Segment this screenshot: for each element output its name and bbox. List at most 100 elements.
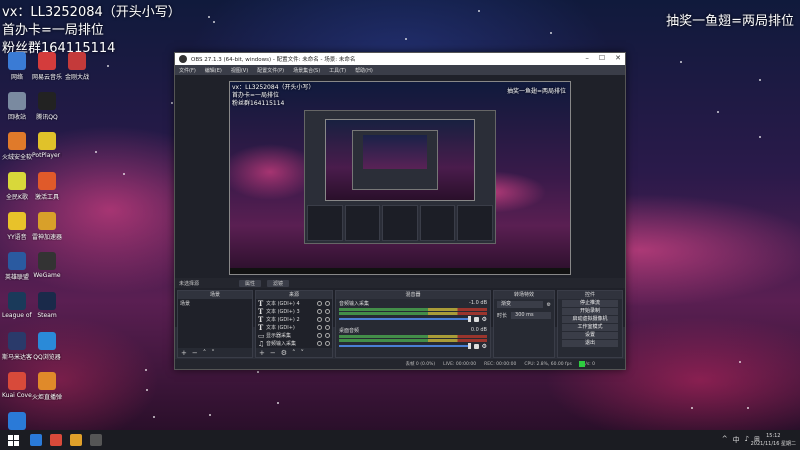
desktop-icon[interactable]: 金刚大战 [62, 52, 92, 81]
sources-dock-footer: + − ⚙ ˄ ˅ [256, 348, 332, 357]
desktop-icon[interactable]: WeGame [32, 252, 62, 279]
move-up-icon[interactable]: ˄ [292, 349, 296, 357]
taskbar-app-icon[interactable] [70, 434, 82, 446]
desktop-icon[interactable]: Kuai Cover [2, 372, 32, 399]
desktop-icon[interactable]: 回收站 [2, 92, 32, 121]
mixer-channel-name: 音频输入采集 [339, 301, 370, 307]
lock-icon[interactable] [325, 340, 330, 346]
gear-icon[interactable]: ⚙ [547, 302, 551, 308]
move-down-icon[interactable]: ˅ [301, 349, 305, 357]
move-up-icon[interactable]: ˄ [203, 349, 207, 357]
clock-time: 15:12 [766, 433, 781, 439]
speaker-icon[interactable] [473, 316, 479, 322]
stop-streaming-button[interactable]: 停止推流 [562, 300, 618, 307]
lock-icon[interactable] [325, 332, 330, 338]
desktop-icon[interactable]: YY语音 [2, 212, 32, 241]
desktop-icon[interactable]: PotPlayer 64 bit [32, 132, 62, 159]
gear-icon[interactable]: ⚙ [482, 316, 487, 323]
visibility-icon[interactable] [317, 308, 322, 314]
desktop-icon[interactable]: 英雄联盟 [2, 252, 32, 281]
settings-icon[interactable]: ⚙ [281, 349, 287, 357]
source-item[interactable]: T 文本 (GDI+) 4 [256, 299, 332, 308]
desktop-icon[interactable]: 全民K歌 [2, 172, 32, 201]
desktop-icon[interactable]: 激活工具 [32, 172, 62, 201]
menu-tools[interactable]: 工具(T) [329, 67, 346, 74]
settings-button[interactable]: 设置 [562, 332, 618, 339]
speaker-icon[interactable] [473, 343, 479, 349]
start-virtual-camera-button[interactable]: 启动虚拟摄像机 [562, 316, 618, 323]
lock-icon[interactable] [325, 308, 330, 314]
close-icon[interactable]: ✕ [615, 54, 621, 62]
taskbar-app-icon[interactable] [30, 434, 42, 446]
gear-icon[interactable]: ⚙ [482, 343, 487, 350]
desktop-icon[interactable]: League of Legends [2, 292, 32, 319]
desktop-icon[interactable]: 斯马米达客 [2, 332, 32, 361]
slider-handle[interactable] [467, 343, 471, 349]
desktop-icon-label: Steam [37, 312, 57, 319]
menu-file[interactable]: 文件(F) [179, 67, 196, 74]
source-item[interactable]: T 文本 (GDI+) 3 [256, 307, 332, 316]
menu-profile[interactable]: 配置文件(P) [257, 67, 284, 74]
visibility-icon[interactable] [317, 340, 322, 346]
app-icon [38, 212, 56, 230]
transition-select[interactable]: 渐变 [497, 301, 543, 308]
desktop-icon[interactable]: QQ浏览器 [32, 332, 62, 361]
visibility-icon[interactable] [317, 316, 322, 322]
taskbar-app-icon[interactable] [90, 434, 102, 446]
filters-button[interactable]: 滤镜 [267, 279, 290, 287]
nested-preview [325, 119, 475, 201]
source-item[interactable]: T 文本 (GDI+) [256, 323, 332, 332]
studio-mode-button[interactable]: 工作室模式 [562, 324, 618, 331]
scenes-dock-title: 场景 [178, 291, 252, 299]
volume-slider[interactable] [339, 316, 471, 322]
maximize-icon[interactable]: ☐ [599, 54, 605, 62]
desktop-icon-label: 网络 [10, 74, 23, 81]
lock-icon[interactable] [325, 316, 330, 322]
desktop-icon[interactable]: 雷神加速器 [32, 212, 62, 241]
volume-icon[interactable]: ♪ [745, 435, 749, 445]
obs-window[interactable]: OBS 27.1.3 (64-bit, windows) - 配置文件: 未命名… [174, 52, 626, 370]
tray-expand-icon[interactable]: ^ [722, 435, 728, 445]
nested-dock [457, 205, 493, 241]
ime-indicator[interactable]: 中 [733, 435, 740, 445]
taskbar-app-icon[interactable] [50, 434, 62, 446]
desktop-icon[interactable]: Steam [32, 292, 62, 319]
remove-icon[interactable]: − [270, 349, 276, 357]
taskbar-clock[interactable]: 15:12 2021/11/16 星期二 [751, 432, 796, 448]
visibility-icon[interactable] [317, 300, 322, 306]
desktop-icon[interactable]: 网易云音乐 [32, 52, 62, 81]
add-icon[interactable]: + [181, 349, 187, 357]
remove-icon[interactable]: − [192, 349, 198, 357]
properties-button[interactable]: 属性 [239, 279, 262, 287]
source-item[interactable]: ▭ 显示器采集 [256, 331, 332, 340]
obs-docks: 场景 场景 + − ˄ ˅ 来源 T 文本 (GDI+) 4 T 文本 (GDI+)… [175, 290, 625, 358]
duration-input[interactable]: 300 ms [511, 312, 551, 319]
slider-handle[interactable] [467, 316, 471, 322]
source-item[interactable]: T 文本 (GDI+) 2 [256, 315, 332, 324]
cpu-status: CPU: 2.8%, 60.00 fps [524, 361, 572, 367]
start-recording-button[interactable]: 开始录制 [562, 308, 618, 315]
menu-scene-collection[interactable]: 场景集合(S) [293, 67, 320, 74]
desktop-icon[interactable]: 腾讯QQ [32, 92, 62, 121]
lock-icon[interactable] [325, 300, 330, 306]
add-icon[interactable]: + [259, 349, 265, 357]
visibility-icon[interactable] [317, 332, 322, 338]
overlay-line: vx：LL3252084（开头小写） [2, 5, 181, 20]
visibility-icon[interactable] [317, 324, 322, 330]
source-item[interactable]: ♫ 音频输入采集 [256, 339, 332, 348]
volume-slider[interactable] [339, 343, 471, 349]
preview-canvas[interactable]: vx：LL3252084（开头小写） 首办卡=一局排位 粉丝群164115114… [229, 81, 571, 275]
desktop-icon[interactable]: 火绒安全软件 [2, 132, 32, 161]
minimize-icon[interactable]: – [585, 54, 589, 62]
scene-item[interactable]: 场景 [178, 299, 252, 308]
windows-start-icon[interactable] [4, 431, 22, 449]
menu-edit[interactable]: 编辑(E) [205, 67, 222, 74]
move-down-icon[interactable]: ˅ [211, 349, 215, 357]
exit-button[interactable]: 退出 [562, 340, 618, 347]
desktop-icon[interactable]: 火炬直播弹幕 [32, 372, 62, 401]
menu-view[interactable]: 视图(V) [231, 67, 248, 74]
menu-help[interactable]: 帮助(H) [355, 67, 373, 74]
desktop-icon[interactable]: 网络 [2, 52, 32, 81]
obs-titlebar[interactable]: OBS 27.1.3 (64-bit, windows) - 配置文件: 未命名… [175, 53, 625, 65]
lock-icon[interactable] [325, 324, 330, 330]
